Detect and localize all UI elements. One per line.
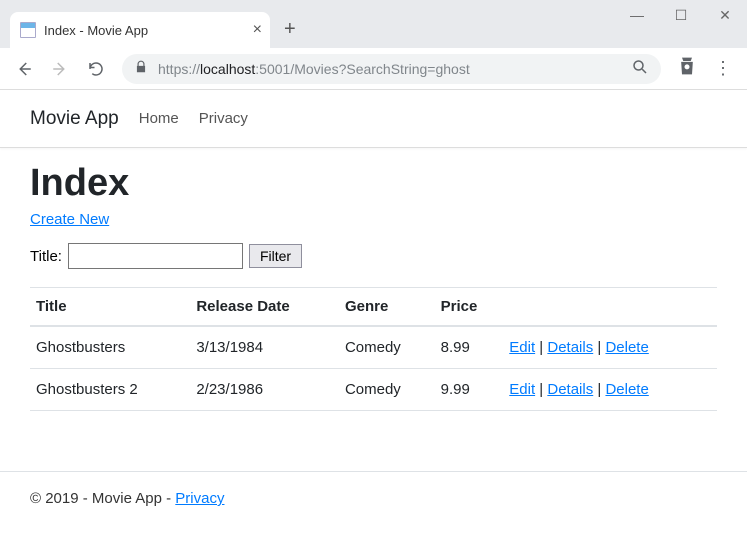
browser-toolbar: https:// localhost :5001 /Movies?SearchS… — [0, 48, 747, 90]
details-link[interactable]: Details — [547, 381, 593, 398]
window-titlebar: Index - Movie App × + — ☐ ✕ — [0, 0, 747, 48]
maximize-button[interactable]: ☐ — [659, 0, 703, 30]
filter-label: Title: — [30, 248, 62, 265]
profile-button[interactable] — [671, 56, 703, 81]
table-header-row: Title Release Date Genre Price — [30, 288, 717, 327]
nav-home[interactable]: Home — [139, 110, 179, 127]
footer-text: © 2019 - Movie App - — [30, 490, 175, 507]
url-scheme: https:// — [158, 61, 200, 77]
table-row: Ghostbusters 3/13/1984 Comedy 8.99 Edit … — [30, 326, 717, 369]
cell-title: Ghostbusters — [30, 326, 190, 369]
favicon-icon — [20, 22, 36, 38]
forward-button[interactable] — [44, 53, 76, 85]
new-tab-button[interactable]: + — [284, 18, 296, 41]
page-viewport[interactable]: Movie App Home Privacy Index Create New … — [0, 90, 747, 545]
cell-price: 9.99 — [435, 369, 504, 411]
col-actions — [503, 288, 717, 327]
kebab-icon: ⋮ — [714, 58, 732, 78]
arrow-right-icon — [51, 60, 69, 78]
title-input[interactable] — [68, 243, 243, 269]
back-button[interactable] — [8, 53, 40, 85]
delete-link[interactable]: Delete — [605, 381, 648, 398]
tab-title: Index - Movie App — [44, 23, 148, 38]
cell-actions: Edit | Details | Delete — [503, 326, 717, 369]
cell-genre: Comedy — [339, 369, 435, 411]
close-window-button[interactable]: ✕ — [703, 0, 747, 30]
url-path: /Movies?SearchString=ghost — [290, 61, 469, 77]
edit-link[interactable]: Edit — [509, 339, 535, 356]
page-footer: © 2019 - Movie App - Privacy — [0, 471, 747, 525]
cell-release: 3/13/1984 — [190, 326, 339, 369]
cell-release: 2/23/1986 — [190, 369, 339, 411]
app-navbar: Movie App Home Privacy — [0, 90, 747, 148]
page-heading: Index — [30, 162, 717, 205]
search-icon[interactable] — [631, 58, 649, 79]
filter-form: Title: Filter — [30, 243, 717, 269]
arrow-left-icon — [15, 60, 33, 78]
close-tab-icon[interactable]: × — [253, 21, 262, 39]
browser-tab[interactable]: Index - Movie App × — [10, 12, 270, 48]
reload-icon — [87, 60, 105, 78]
reload-button[interactable] — [80, 53, 112, 85]
brand-link[interactable]: Movie App — [30, 108, 119, 130]
col-price: Price — [435, 288, 504, 327]
menu-button[interactable]: ⋮ — [707, 58, 739, 79]
cell-title: Ghostbusters 2 — [30, 369, 190, 411]
lock-icon — [134, 60, 148, 77]
details-link[interactable]: Details — [547, 339, 593, 356]
address-bar[interactable]: https:// localhost :5001 /Movies?SearchS… — [122, 54, 661, 84]
cell-actions: Edit | Details | Delete — [503, 369, 717, 411]
col-genre: Genre — [339, 288, 435, 327]
create-new-link[interactable]: Create New — [30, 211, 109, 228]
cell-price: 8.99 — [435, 326, 504, 369]
profile-icon — [677, 56, 697, 76]
cell-genre: Comedy — [339, 326, 435, 369]
url-host: localhost — [200, 61, 255, 77]
nav-privacy[interactable]: Privacy — [199, 110, 248, 127]
page-content: Index Create New Title: Filter Title Rel… — [0, 148, 747, 441]
delete-link[interactable]: Delete — [605, 339, 648, 356]
window-controls: — ☐ ✕ — [615, 0, 747, 30]
col-title: Title — [30, 288, 190, 327]
url-port: :5001 — [255, 61, 290, 77]
minimize-button[interactable]: — — [615, 0, 659, 30]
footer-privacy-link[interactable]: Privacy — [175, 490, 224, 507]
table-row: Ghostbusters 2 2/23/1986 Comedy 9.99 Edi… — [30, 369, 717, 411]
col-release: Release Date — [190, 288, 339, 327]
filter-button[interactable]: Filter — [249, 244, 302, 268]
edit-link[interactable]: Edit — [509, 381, 535, 398]
movies-table: Title Release Date Genre Price Ghostbust… — [30, 287, 717, 411]
